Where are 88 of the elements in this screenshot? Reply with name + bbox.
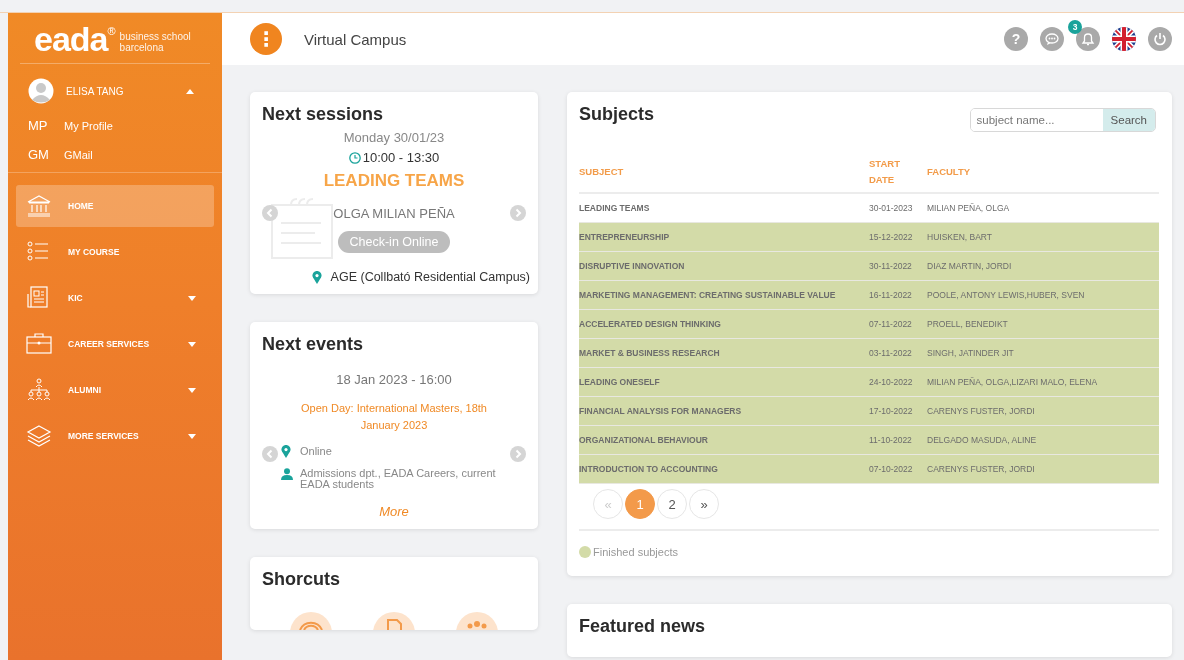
table-cell: INTRODUCTION TO ACCOUNTING — [579, 454, 869, 484]
card-title: Next sessions — [262, 104, 385, 125]
wifi-icon[interactable] — [290, 612, 333, 630]
table-cell: 16-11-2022 — [869, 280, 927, 310]
briefcase-icon — [26, 332, 52, 356]
table-cell: 07-10-2022 — [869, 454, 927, 484]
initials-icon: MP — [28, 118, 50, 133]
initials-icon: GM — [28, 147, 50, 162]
event-location: Online — [300, 445, 333, 457]
card-title: Subjects — [579, 104, 655, 125]
table-cell: DISRUPTIVE INNOVATION — [579, 251, 869, 281]
card-title: Featured news — [579, 616, 707, 637]
table-cell: CARENYS FUSTER, JORDI — [927, 396, 1159, 426]
table-cell: ACCELERATED DESIGN THINKING — [579, 309, 869, 339]
event-link[interactable]: Open Day: International Masters, 18th January 2023 — [282, 400, 506, 434]
flag-icon[interactable] — [1112, 27, 1136, 51]
table-cell: FINANCIAL ANALYSIS FOR MANAGERS — [579, 396, 869, 426]
event-audience: Admissions dpt., EADA Careers, current EADA students — [300, 468, 497, 490]
more-link[interactable]: More — [262, 504, 526, 519]
table-cell: 15-12-2022 — [869, 222, 927, 252]
bank-icon — [26, 194, 52, 218]
page-title: Virtual Campus — [304, 30, 407, 48]
column-header: FACULTY — [927, 150, 1159, 193]
session-date: Monday 30/01/23 — [342, 130, 446, 145]
help-button[interactable]: ? — [1004, 27, 1028, 51]
location-pin-icon — [281, 444, 291, 458]
table-cell: DELGADO MASUDA, ALINE — [927, 425, 1159, 455]
profile-link[interactable]: My Profile — [64, 119, 113, 132]
teacher-name: OLGA MILIAN PEÑA — [333, 206, 455, 221]
person-icon — [281, 468, 293, 480]
group-icon[interactable] — [455, 612, 498, 630]
people-icon — [26, 378, 52, 402]
table-cell: POOLE, ANTONY LEWIS,HUBER, SVEN — [927, 280, 1159, 310]
power-icon[interactable] — [1148, 27, 1172, 51]
session-subject: LEADING TEAMS — [322, 171, 466, 191]
table-cell: ORGANIZATIONAL BEHAVIOUR — [579, 425, 869, 455]
sidebar-item[interactable]: CAREER SERVICES — [16, 323, 214, 365]
sidebar-item[interactable]: ALUMNI — [16, 369, 214, 411]
table-cell: MARKETING MANAGEMENT: CREATING SUSTAINABLE VALUE — [579, 280, 869, 310]
sidebar-item[interactable]: KIC — [16, 277, 214, 319]
page-button[interactable]: 2 — [657, 489, 687, 519]
table-cell: 30-01-2023 — [869, 193, 927, 223]
table-cell: 11-10-2022 — [869, 425, 927, 455]
table-cell: SINGH, JATINDER JIT — [927, 338, 1159, 368]
table-cell: 30-11-2022 — [869, 251, 927, 281]
table-cell: PROELL, BENEDIKT — [927, 309, 1159, 339]
table-cell: MILIAN PEÑA, OLGA — [927, 193, 1159, 223]
sidebar-item[interactable]: MORE SERVICES — [16, 415, 214, 457]
logo-wordmark: eada — [34, 25, 108, 53]
card-title: Shorcuts — [262, 569, 341, 590]
bell-icon[interactable] — [1076, 27, 1100, 51]
registered-mark: ® — [107, 25, 116, 37]
clock-icon — [348, 151, 361, 164]
page-button[interactable]: 1 — [625, 489, 655, 519]
session-time: 10:00 - 13:30 — [362, 150, 440, 165]
location-pin-icon — [311, 270, 322, 284]
table-cell: 07-11-2022 — [869, 309, 927, 339]
chat-icon[interactable] — [1040, 27, 1064, 51]
table-cell: CARENYS FUSTER, JORDI — [927, 454, 1159, 484]
layers-icon — [26, 424, 52, 448]
table-cell: HUISKEN, BART — [927, 222, 1159, 252]
next-page-button[interactable]: » — [689, 489, 719, 519]
sidebar-item[interactable]: MY COURSE — [16, 231, 214, 273]
table-cell: 03-11-2022 — [869, 338, 927, 368]
table-cell: 24-10-2022 — [869, 367, 927, 397]
table-cell: DIAZ MARTIN, JORDI — [927, 251, 1159, 281]
notepad-drawing — [271, 197, 333, 259]
table-cell: MARKET & BUSINESS RESEARCH — [579, 338, 869, 368]
column-header: START DATE — [869, 150, 927, 193]
sidebar-item[interactable]: HOME — [16, 185, 214, 227]
avatar-icon — [28, 78, 54, 104]
profile-link[interactable]: GMail — [64, 148, 93, 161]
table-cell: LEADING TEAMS — [579, 193, 869, 223]
document-icon[interactable] — [373, 612, 415, 630]
notification-count: 3 — [1068, 20, 1082, 34]
table-cell: MILIAN PEÑA, OLGA,LIZARI MALO, ELENA — [927, 367, 1159, 397]
card-title: Next events — [262, 334, 365, 355]
event-datetime: 18 Jan 2023 - 16:00 — [335, 372, 453, 387]
menu-button[interactable]: ⋮ — [250, 23, 282, 55]
check-in-button[interactable]: Check-in Online — [337, 231, 451, 253]
table-cell: ENTREPRENEURSHIP — [579, 222, 869, 252]
user-menu[interactable]: ELISA TANG — [28, 78, 202, 104]
table-cell: LEADING ONESELF — [579, 367, 869, 397]
table-cell: 17-10-2022 — [869, 396, 927, 426]
legend-label: Finished subjects — [593, 546, 678, 558]
column-header: SUBJECT — [579, 150, 869, 193]
session-location: AGE (Collbató Residential Campus) — [330, 270, 530, 284]
logo-tagline: business school barcelona — [119, 31, 192, 53]
